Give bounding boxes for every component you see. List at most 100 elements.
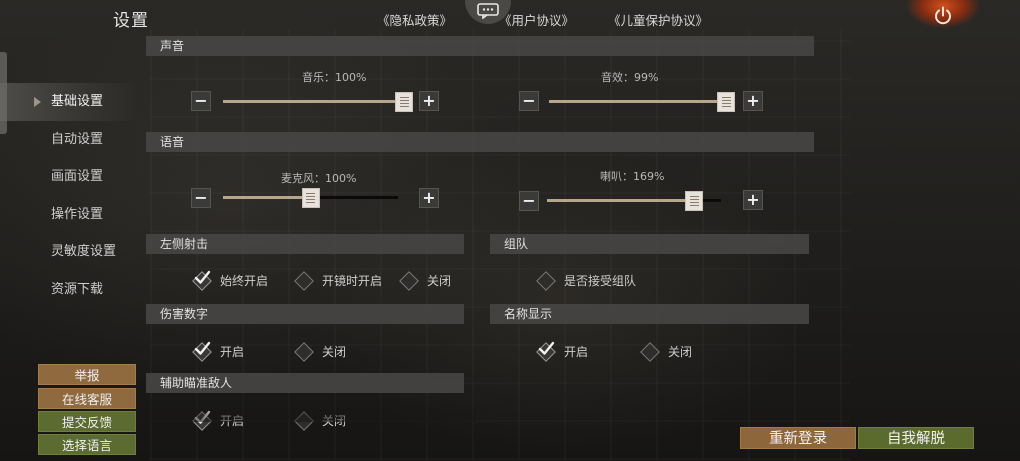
language-button[interactable]: 选择语言 [38, 434, 136, 455]
speaker-volume-slider[interactable] [547, 191, 721, 211]
checkbox-diamond-icon [191, 270, 211, 290]
power-icon [935, 6, 951, 25]
aim-assist-option-off[interactable]: 关闭 [293, 410, 346, 430]
plus-icon: + [422, 91, 436, 110]
speaker-decrease-button[interactable]: − [519, 191, 539, 211]
unstuck-button[interactable]: 自我解脱 [858, 427, 974, 449]
section-header-voice: 语音 [146, 132, 814, 152]
effects-volume-slider[interactable] [549, 92, 736, 112]
option-label: 关闭 [427, 273, 452, 288]
child-protection-link[interactable]: 《儿童保护协议》 [608, 10, 708, 29]
microphone-decrease-button[interactable]: − [191, 188, 211, 208]
team-option-accept[interactable]: 是否接受组队 [535, 270, 636, 290]
option-label: 关闭 [322, 413, 347, 428]
option-label: 开启 [220, 413, 245, 428]
music-increase-button[interactable]: + [419, 91, 439, 111]
privacy-policy-link[interactable]: 《隐私政策》 [377, 10, 452, 29]
sidebar-item-sensitivity[interactable]: 灵敏度设置 [0, 233, 140, 271]
report-button[interactable]: 举报 [38, 364, 136, 385]
sidebar-item-basic[interactable]: 基础设置 [0, 83, 140, 121]
sidebar-item-label: 灵敏度设置 [51, 244, 117, 259]
plus-icon: + [422, 188, 436, 207]
section-header-sound: 声音 [146, 36, 814, 56]
plus-icon: + [746, 190, 760, 209]
slider-thumb[interactable] [395, 92, 413, 112]
online-service-button[interactable]: 在线客服 [38, 388, 136, 409]
checkbox-diamond-icon [535, 270, 555, 290]
plus-icon: + [746, 91, 760, 110]
checkbox-diamond-icon [191, 341, 211, 361]
effects-decrease-button[interactable]: − [519, 91, 539, 111]
sidebar-item-auto[interactable]: 自动设置 [0, 121, 140, 159]
minus-icon: − [194, 91, 208, 110]
sidebar-item-label: 资源下载 [51, 281, 104, 297]
option-label: 关闭 [322, 344, 347, 359]
checkbox-diamond-icon [293, 410, 313, 430]
section-header-aim-assist: 辅助瞄准敌人 [146, 373, 464, 393]
checkmark-icon [194, 341, 211, 355]
slider-fill [547, 199, 695, 202]
checkbox-diamond-icon [535, 341, 555, 361]
user-agreement-link[interactable]: 《用户协议》 [499, 10, 574, 29]
sidebar-item-label: 自动设置 [51, 131, 104, 147]
checkmark-icon [194, 410, 211, 424]
section-header-left-fire: 左侧射击 [146, 234, 464, 254]
microphone-volume-slider[interactable] [223, 188, 398, 208]
minus-icon: − [522, 191, 536, 210]
option-label: 始终开启 [220, 273, 269, 288]
section-header-damage-numbers: 伤害数字 [146, 304, 464, 324]
left-fire-option-always[interactable]: 始终开启 [191, 270, 268, 290]
sidebar-item-label: 操作设置 [51, 206, 104, 222]
sidebar-item-graphics[interactable]: 画面设置 [0, 158, 140, 196]
music-decrease-button[interactable]: − [191, 91, 211, 111]
sidebar-item-label: 画面设置 [51, 169, 104, 184]
option-label: 开启 [220, 344, 245, 359]
checkbox-diamond-icon [398, 270, 418, 290]
feedback-button[interactable]: 提交反馈 [38, 411, 136, 432]
checkbox-diamond-icon [191, 410, 211, 430]
sidebar-item-download[interactable]: 资源下载 [0, 271, 140, 309]
checkmark-icon [194, 270, 211, 284]
caret-right-icon [34, 97, 41, 107]
speaker-increase-button[interactable]: + [743, 190, 763, 210]
effects-volume-label: 音效：99% [601, 71, 659, 84]
music-volume-slider[interactable] [223, 92, 413, 112]
sidebar-item-controls[interactable]: 操作设置 [0, 196, 140, 234]
checkbox-diamond-icon [293, 270, 313, 290]
checkbox-diamond-icon [293, 341, 313, 361]
name-display-option-on[interactable]: 开启 [535, 341, 588, 361]
minus-icon: − [194, 188, 208, 207]
minus-icon: − [522, 91, 536, 110]
speaker-volume-label: 喇叭：169% [600, 170, 665, 183]
power-button[interactable] [897, 0, 989, 34]
slider-thumb[interactable] [685, 191, 704, 211]
section-header-team: 组队 [490, 234, 809, 254]
option-label: 关闭 [668, 344, 693, 359]
checkmark-icon [538, 341, 555, 355]
microphone-increase-button[interactable]: + [419, 188, 439, 208]
checkbox-diamond-icon [639, 341, 659, 361]
music-volume-label: 音乐：100% [302, 71, 367, 84]
slider-thumb[interactable] [717, 92, 736, 112]
name-display-option-off[interactable]: 关闭 [639, 341, 692, 361]
damage-numbers-option-off[interactable]: 关闭 [293, 341, 346, 361]
section-header-name-display: 名称显示 [490, 304, 809, 324]
effects-increase-button[interactable]: + [743, 91, 763, 111]
chat-bubble-icon [477, 3, 499, 19]
page-title: 设置 [113, 11, 149, 31]
relogin-button[interactable]: 重新登录 [740, 427, 856, 449]
sidebar-nav: 基础设置 自动设置 画面设置 操作设置 灵敏度设置 资源下载 [0, 83, 140, 308]
microphone-volume-label: 麦克风：100% [281, 172, 357, 185]
slider-fill [223, 196, 311, 199]
sidebar-item-label: 基础设置 [51, 94, 104, 109]
left-fire-option-off[interactable]: 关闭 [398, 270, 451, 290]
option-label: 开启 [564, 344, 589, 359]
slider-fill [223, 100, 404, 103]
left-fire-option-scope[interactable]: 开镜时开启 [293, 270, 382, 290]
option-label: 是否接受组队 [564, 273, 637, 288]
aim-assist-option-on[interactable]: 开启 [191, 410, 244, 430]
slider-thumb[interactable] [301, 188, 320, 208]
top-bar: 设置 《隐私政策》 《用户协议》 《儿童保护协议》 [0, 0, 1020, 34]
damage-numbers-option-on[interactable]: 开启 [191, 341, 244, 361]
option-label: 开镜时开启 [322, 273, 383, 288]
